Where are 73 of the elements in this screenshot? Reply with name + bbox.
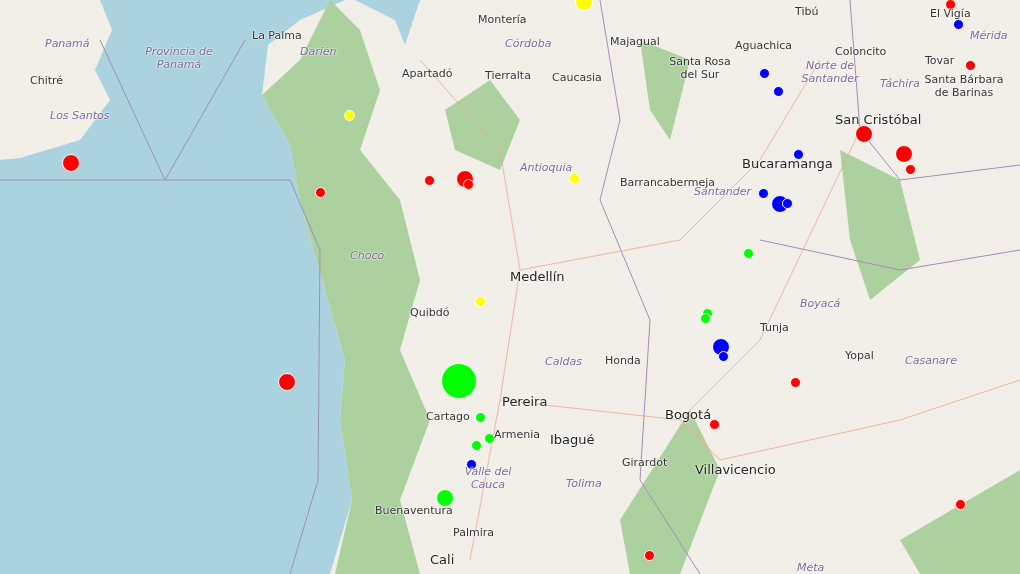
place-label: Girardot — [622, 457, 668, 470]
place-label: Medellín — [510, 270, 565, 285]
place-label: Tierralta — [485, 70, 531, 83]
place-label: Chitré — [30, 75, 64, 88]
map-marker[interactable] — [742, 247, 754, 259]
place-label: Buenaventura — [375, 505, 453, 518]
place-label: San Cristóbal — [835, 113, 922, 128]
map-marker[interactable] — [964, 59, 976, 71]
place-label: Cartago — [426, 411, 470, 424]
place-label: Majagual — [610, 36, 660, 49]
place-label: Barrancabermeja — [620, 177, 715, 189]
place-label: Pereira — [502, 395, 548, 410]
place-label: Valle del Cauca — [463, 466, 513, 492]
place-label: Palmira — [453, 527, 494, 540]
place-label: Bucaramanga — [742, 157, 833, 172]
place-label: Provincia de Panamá — [144, 46, 214, 72]
place-label: Meta — [797, 562, 825, 574]
map-marker[interactable] — [717, 350, 729, 362]
place-label: Boyacá — [800, 298, 841, 311]
place-label: La Palma — [252, 30, 302, 43]
place-label: Mérida — [970, 30, 1008, 43]
place-label: Bogotá — [665, 408, 712, 423]
place-label: Yopal — [845, 350, 874, 363]
place-label: Coloncito — [835, 46, 887, 59]
place-label: Tibú — [795, 6, 819, 19]
map-marker[interactable] — [758, 67, 770, 79]
map-marker[interactable] — [904, 163, 916, 175]
map-marker[interactable] — [568, 172, 580, 184]
place-label: Honda — [605, 355, 641, 368]
place-label: Montería — [478, 14, 527, 27]
place-label: Táchira — [880, 78, 920, 91]
map-marker[interactable] — [483, 432, 495, 444]
place-label: Casanare — [905, 355, 957, 368]
map-marker[interactable] — [781, 197, 793, 209]
place-label: Caldas — [545, 356, 582, 369]
map-marker[interactable] — [462, 178, 474, 190]
place-label: Santa Rosa del Sur — [668, 56, 732, 82]
map-marker[interactable] — [954, 498, 966, 510]
map-marker[interactable] — [708, 418, 720, 430]
place-label: El Vigía — [930, 8, 971, 21]
place-label: Apartadó — [402, 68, 453, 81]
place-label: Quibdó — [410, 307, 450, 320]
map-marker[interactable] — [699, 312, 711, 324]
place-label: Panamá — [45, 38, 90, 51]
place-label: Tovar — [925, 55, 955, 68]
place-label: Santa Bárbara de Barinas — [923, 74, 1005, 100]
map-marker[interactable] — [952, 18, 964, 30]
map-marker[interactable] — [789, 376, 801, 388]
place-label: Aguachica — [735, 40, 793, 53]
map-marker[interactable] — [343, 109, 355, 121]
place-label: Norte de Santander — [800, 60, 860, 86]
place-label: Tunja — [760, 322, 789, 335]
place-label: Armenia — [494, 429, 541, 442]
place-label: Ibagué — [550, 433, 595, 448]
place-label: Santander — [694, 186, 751, 199]
map-marker[interactable] — [474, 411, 486, 423]
map-marker[interactable] — [643, 549, 655, 561]
place-label: Córdoba — [505, 38, 552, 51]
place-label: Antioquia — [520, 162, 573, 175]
place-label: Cali — [430, 553, 455, 568]
map-marker[interactable] — [474, 295, 486, 307]
place-label: Villavicencio — [695, 463, 776, 478]
map-marker[interactable] — [772, 85, 784, 97]
map-marker[interactable] — [470, 439, 482, 451]
place-label: Los Santos — [50, 110, 110, 123]
map-marker[interactable] — [944, 0, 956, 10]
map-marker[interactable] — [792, 148, 804, 160]
map-marker[interactable] — [757, 187, 769, 199]
place-label: Tolima — [566, 478, 602, 491]
map-marker[interactable] — [314, 186, 326, 198]
place-label: Caucasia — [552, 72, 602, 85]
place-label: Chocó — [350, 250, 385, 263]
map-marker[interactable] — [423, 174, 435, 186]
